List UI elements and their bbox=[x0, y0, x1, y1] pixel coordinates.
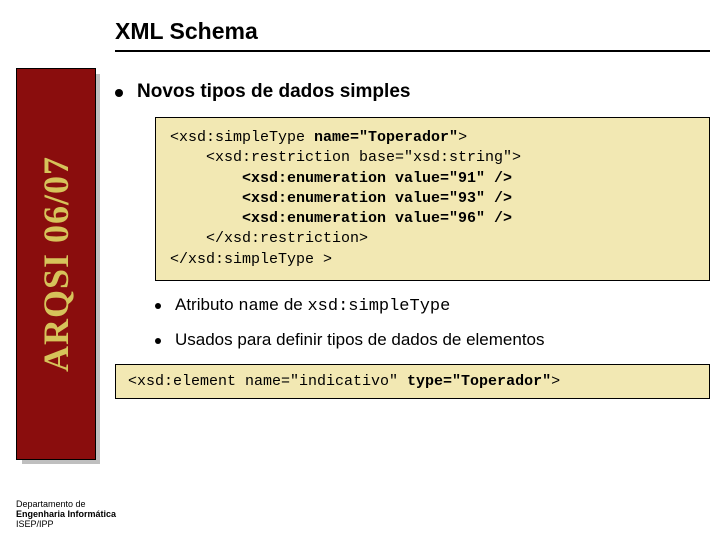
t-code: xsd:simpleType bbox=[307, 297, 450, 316]
bullet-sub-1: Atributo name de xsd:simpleType bbox=[155, 295, 710, 316]
code-l1b: name="Toperador" bbox=[314, 129, 458, 146]
footer-l3: ISEP/IPP bbox=[16, 519, 54, 529]
title-rule bbox=[115, 50, 710, 52]
slide-title: XML Schema bbox=[115, 18, 258, 45]
footer-l1: Departamento de bbox=[16, 499, 86, 509]
code2-a: <xsd:element name="indicativo" bbox=[128, 373, 407, 390]
code-l7: </xsd:simpleType > bbox=[170, 251, 332, 268]
code-l4a bbox=[170, 190, 242, 207]
code-l4b: <xsd:enumeration value="93" /> bbox=[242, 190, 512, 207]
code-block-simpletype: <xsd:simpleType name="Toperador"> <xsd:r… bbox=[155, 117, 710, 281]
code-l5a bbox=[170, 210, 242, 227]
footer: Departamento de Engenharia Informática I… bbox=[16, 500, 116, 530]
bullet-dot bbox=[155, 338, 161, 344]
bullet-sub-2: Usados para definir tipos de dados de el… bbox=[155, 330, 710, 350]
bullet-sub-1-text: Atributo name de xsd:simpleType bbox=[175, 295, 450, 316]
bullet-main-text: Novos tipos de dados simples bbox=[137, 81, 410, 103]
code-l1c: > bbox=[458, 129, 467, 146]
t: de bbox=[279, 295, 307, 314]
content-area: Novos tipos de dados simples <xsd:simple… bbox=[115, 75, 710, 399]
course-banner-text: ARQSI 06/07 bbox=[35, 156, 77, 372]
bullet-sub-2-text: Usados para definir tipos de dados de el… bbox=[175, 330, 545, 350]
code-l5b: <xsd:enumeration value="96" /> bbox=[242, 210, 512, 227]
t-code: name bbox=[238, 297, 279, 316]
code2-c: > bbox=[551, 373, 560, 390]
code-l3a bbox=[170, 170, 242, 187]
footer-l2: Engenharia Informática bbox=[16, 509, 116, 519]
bullet-dot bbox=[155, 303, 161, 309]
course-banner: ARQSI 06/07 bbox=[16, 68, 96, 460]
code-l2: <xsd:restriction base="xsd:string"> bbox=[170, 149, 521, 166]
code-l1a: <xsd:simpleType bbox=[170, 129, 314, 146]
bullet-main: Novos tipos de dados simples bbox=[115, 81, 710, 103]
code-l6: </xsd:restriction> bbox=[170, 230, 368, 247]
code-l3b: <xsd:enumeration value="91" /> bbox=[242, 170, 512, 187]
bullet-dot bbox=[115, 89, 123, 97]
t: Atributo bbox=[175, 295, 238, 314]
code2-b: type="Toperador" bbox=[407, 373, 551, 390]
code-block-element: <xsd:element name="indicativo" type="Top… bbox=[115, 364, 710, 399]
